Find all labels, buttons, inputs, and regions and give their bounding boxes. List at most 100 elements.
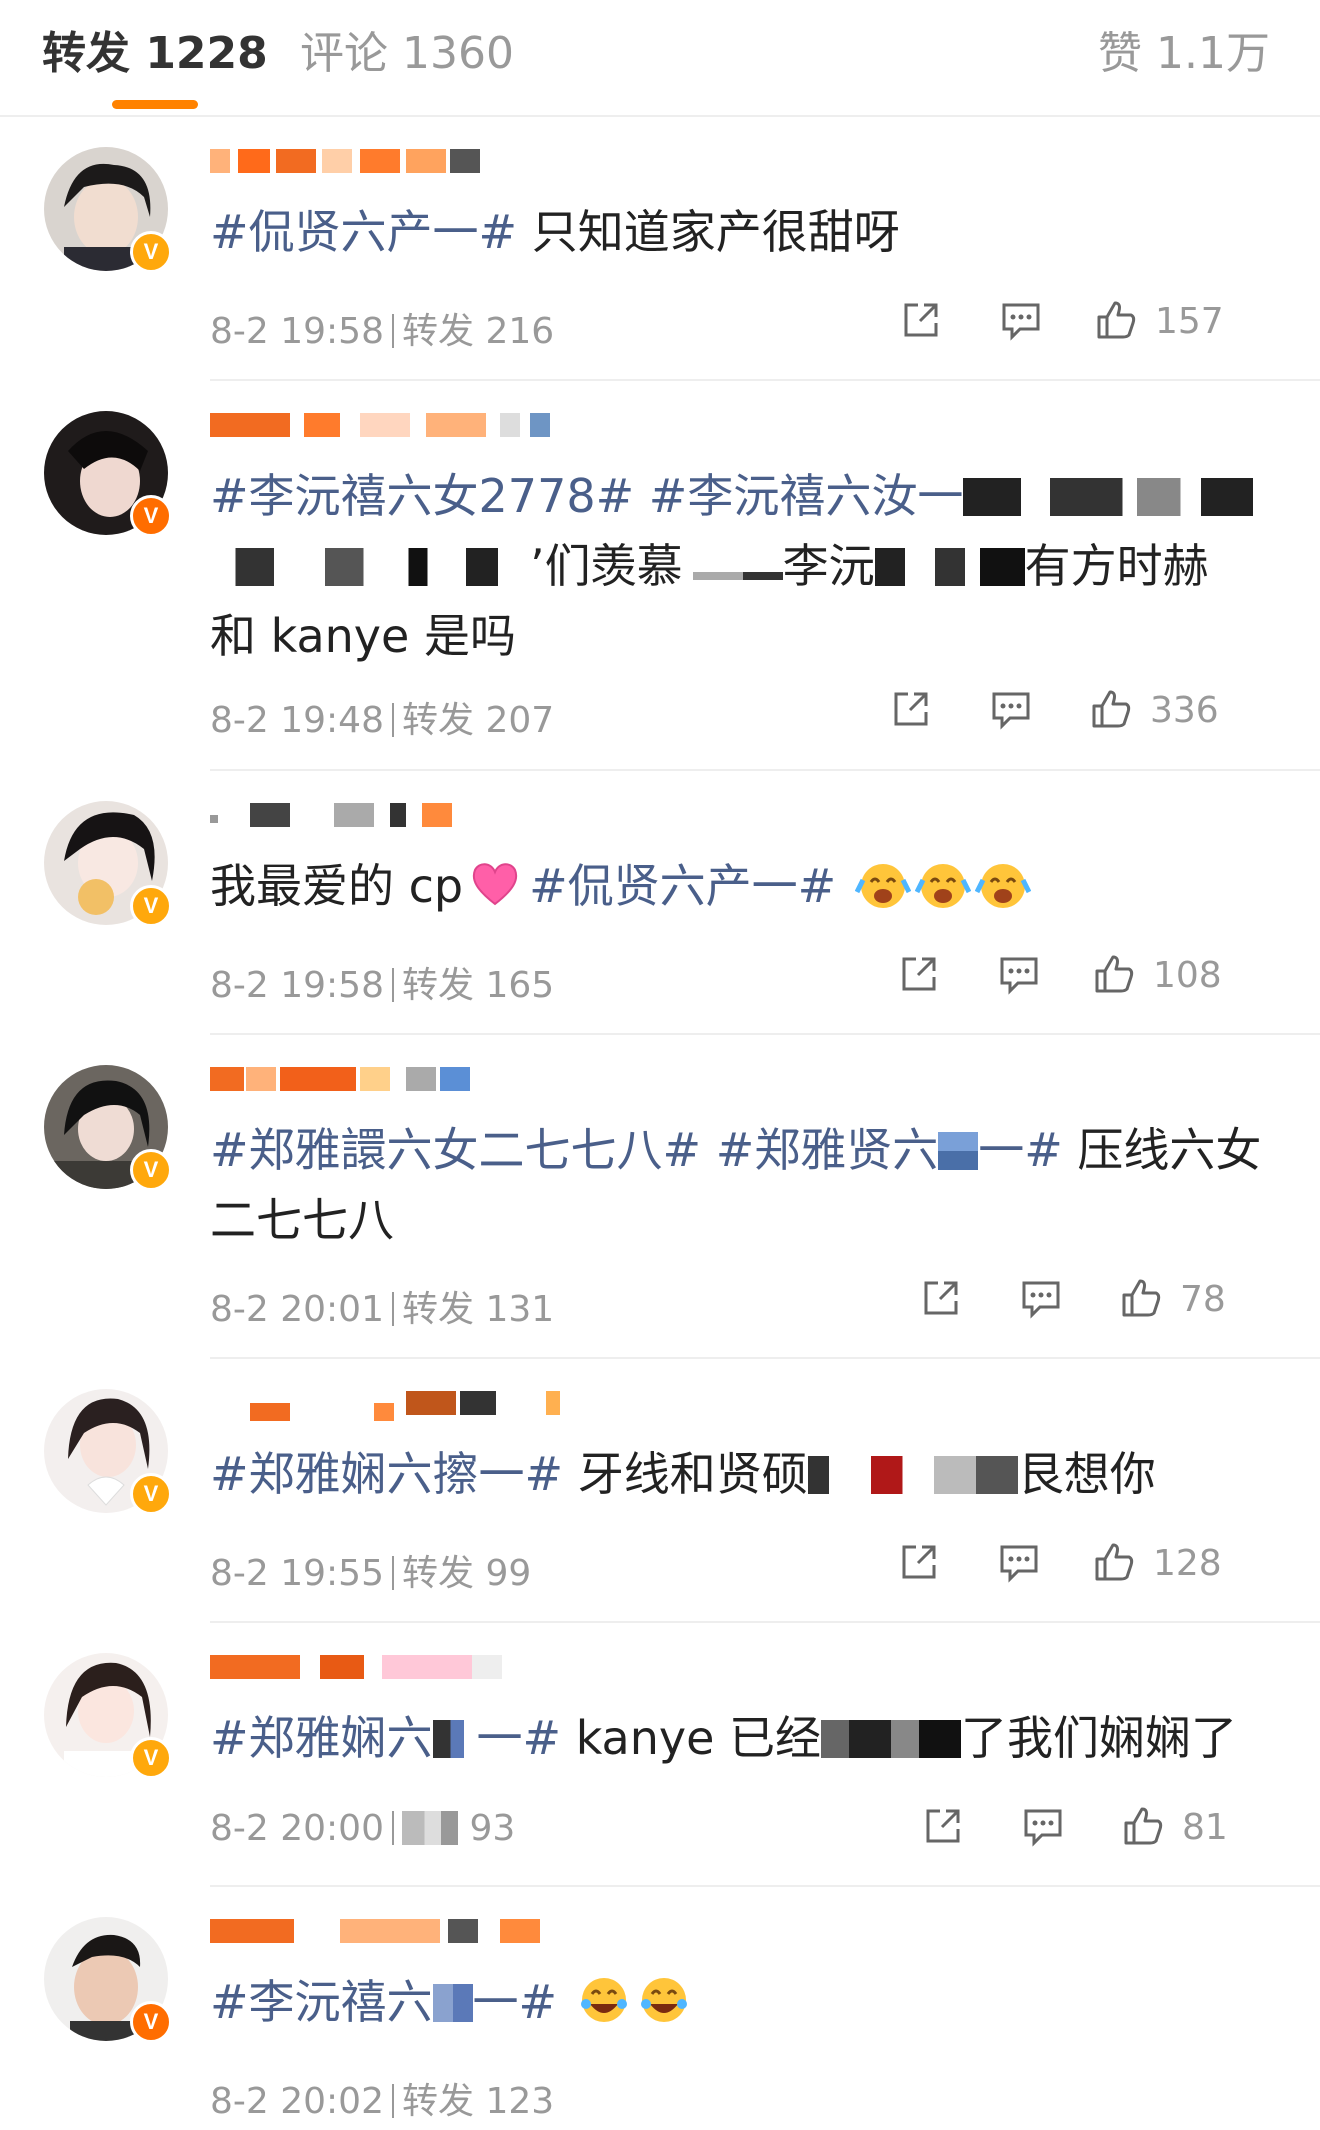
share-icon[interactable] bbox=[896, 951, 942, 1001]
verified-badge-icon: V bbox=[130, 885, 172, 927]
like-count: 81 bbox=[1182, 1807, 1228, 1848]
share-icon[interactable] bbox=[920, 1803, 966, 1853]
comment-icon[interactable] bbox=[998, 297, 1044, 347]
timestamp: 8-2 19:55 bbox=[210, 1553, 384, 1594]
avatar[interactable]: V bbox=[44, 411, 172, 537]
tab-comment[interactable]: 评论 1360 bbox=[300, 24, 514, 84]
comment-icon[interactable] bbox=[988, 686, 1034, 736]
crying-emoji-icon bbox=[854, 864, 911, 908]
post-meta: 8-2 19:48 转发 207 bbox=[210, 691, 554, 743]
divider bbox=[392, 968, 394, 1002]
avatar[interactable]: V bbox=[44, 147, 172, 273]
repost-item: V #侃贤六产一# 只知道家产很甜呀 8-2 19:58 转发 216 157 bbox=[0, 117, 1320, 381]
divider bbox=[392, 314, 394, 348]
comment-icon[interactable] bbox=[1020, 1803, 1066, 1853]
pixelated-redaction bbox=[432, 1720, 477, 1758]
like-icon bbox=[1095, 1543, 1134, 1581]
like-button[interactable]: 81 bbox=[1120, 1803, 1228, 1853]
avatar[interactable]: V bbox=[44, 1065, 172, 1191]
comment-icon[interactable] bbox=[996, 951, 1042, 1001]
like-icon bbox=[1122, 1279, 1161, 1317]
action-bar: 81 bbox=[920, 1803, 1278, 1853]
action-bar: 157 bbox=[898, 297, 1278, 347]
post-text: 和 kanye 是吗 bbox=[210, 609, 516, 663]
action-bar: 108 bbox=[896, 951, 1278, 1001]
timestamp: 8-2 20:00 bbox=[210, 1808, 384, 1849]
like-count: 336 bbox=[1150, 690, 1219, 731]
pixelated-redaction bbox=[432, 1984, 473, 2022]
comment-icon[interactable] bbox=[1018, 1275, 1064, 1325]
like-icon bbox=[1097, 301, 1136, 339]
repost-count: 93 bbox=[469, 1808, 516, 1849]
pixelated-redaction bbox=[874, 548, 1025, 586]
verified-badge-icon: V bbox=[130, 231, 172, 273]
timestamp: 8-2 19:58 bbox=[210, 965, 384, 1006]
username-pixelated[interactable] bbox=[210, 139, 730, 183]
repost-count: 转发 99 bbox=[402, 1553, 532, 1594]
hashtag-link[interactable]: 一# bbox=[473, 1975, 558, 2029]
share-icon[interactable] bbox=[898, 297, 944, 347]
repost-count: 转发 123 bbox=[402, 2081, 555, 2122]
post-meta: 8-2 20:01 转发 131 bbox=[210, 1280, 554, 1332]
hashtag-link[interactable]: #李沅禧六汝一 bbox=[649, 469, 964, 523]
divider bbox=[392, 1292, 394, 1326]
action-bar: 128 bbox=[896, 1539, 1278, 1589]
post-text: 牙线和贤硕 bbox=[563, 1447, 808, 1501]
hashtag-link[interactable]: 一# bbox=[978, 1123, 1063, 1177]
username-pixelated[interactable] bbox=[210, 793, 730, 837]
avatar[interactable]: V bbox=[44, 801, 172, 927]
hashtag-link[interactable]: #郑雅譞六女二七七八# bbox=[210, 1123, 701, 1177]
hashtag-link[interactable]: #郑雅娴六擦一# bbox=[210, 1447, 563, 1501]
repost-count: 转发 131 bbox=[402, 1289, 555, 1330]
pixelated-redaction bbox=[682, 572, 783, 580]
hashtag-link[interactable]: #郑雅娴六 bbox=[210, 1711, 433, 1765]
timestamp: 8-2 19:58 bbox=[210, 311, 384, 352]
divider bbox=[392, 1811, 394, 1845]
like-button[interactable]: 336 bbox=[1088, 686, 1219, 736]
hashtag-link[interactable]: #侃贤六产一# bbox=[529, 859, 836, 913]
username-pixelated[interactable] bbox=[210, 1909, 730, 1953]
post-content: #李沅禧六女2778# #李沅禧六汝一 ’们羡慕 李沅 有方时赫和 kanye 是吗 bbox=[210, 461, 1270, 671]
avatar[interactable]: V bbox=[44, 1917, 172, 2043]
hashtag-link[interactable]: 一# bbox=[477, 1711, 562, 1765]
post-text: 我最爱的 cp bbox=[210, 859, 464, 913]
timestamp: 8-2 19:48 bbox=[210, 700, 384, 741]
like-button[interactable]: 78 bbox=[1118, 1275, 1226, 1325]
pixelated-redaction bbox=[821, 1720, 962, 1758]
action-bar: 78 bbox=[918, 1275, 1278, 1325]
pixelated-redaction bbox=[938, 1132, 979, 1170]
username-pixelated[interactable] bbox=[210, 1381, 730, 1425]
share-icon[interactable] bbox=[888, 686, 934, 736]
tab-repost[interactable]: 转发 1228 bbox=[42, 24, 268, 84]
avatar[interactable]: V bbox=[44, 1653, 172, 1779]
verified-badge-icon: V bbox=[130, 1737, 172, 1779]
avatar[interactable]: V bbox=[44, 1389, 172, 1515]
username-pixelated[interactable] bbox=[210, 1645, 730, 1689]
like-button[interactable]: 128 bbox=[1091, 1539, 1222, 1589]
verified-badge-icon: V bbox=[130, 1149, 172, 1191]
post-content: #郑雅娴六 一# kanye 已经 了我们娴娴了 bbox=[210, 1703, 1270, 1773]
username-pixelated[interactable] bbox=[210, 1057, 730, 1101]
hashtag-link[interactable]: #李沅禧六女2778# bbox=[210, 469, 634, 523]
comment-icon[interactable] bbox=[996, 1539, 1042, 1589]
like-button[interactable]: 157 bbox=[1093, 297, 1224, 347]
post-content: #李沅禧六 一# bbox=[210, 1967, 1270, 2037]
pixelated-redaction bbox=[402, 1811, 458, 1845]
post-meta: 8-2 20:00 93 bbox=[210, 1808, 515, 1849]
crying-emoji-icon bbox=[914, 864, 971, 908]
hashtag-link[interactable]: #侃贤六产一# bbox=[210, 205, 517, 259]
post-meta: 8-2 19:58 转发 165 bbox=[210, 956, 554, 1008]
post-meta: 8-2 19:58 转发 216 bbox=[210, 302, 554, 354]
post-content: 我最爱的 cp #侃贤六产一# bbox=[210, 851, 1270, 921]
username-pixelated[interactable] bbox=[210, 403, 730, 447]
tab-like[interactable]: 赞 1.1万 bbox=[1098, 24, 1270, 84]
like-button[interactable]: 108 bbox=[1091, 951, 1222, 1001]
share-icon[interactable] bbox=[896, 1539, 942, 1589]
share-icon[interactable] bbox=[918, 1275, 964, 1325]
hashtag-link[interactable]: #郑雅贤六 bbox=[716, 1123, 939, 1177]
laughing-emoji-icon bbox=[640, 1978, 687, 2022]
hashtag-link[interactable]: #李沅禧六 bbox=[210, 1975, 433, 2029]
repost-item: V #郑雅娴六擦一# 牙线和贤硕 艮想你 8-2 19:55 转发 99 128 bbox=[0, 1359, 1320, 1623]
post-text: 二七七八 bbox=[210, 1193, 394, 1247]
